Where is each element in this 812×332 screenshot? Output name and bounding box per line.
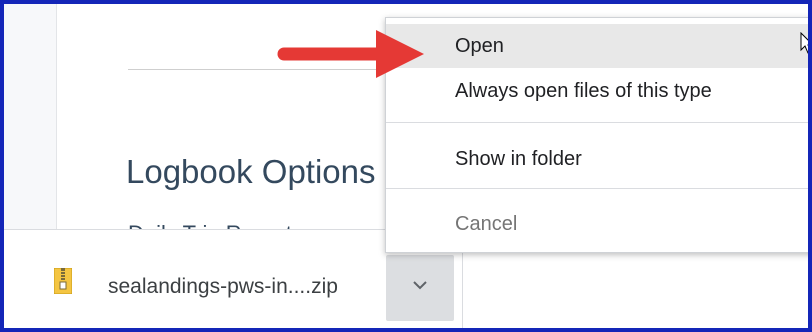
left-gutter — [4, 4, 57, 229]
menu-item-show-in-folder[interactable]: Show in folder — [386, 137, 808, 181]
chevron-down-icon — [413, 281, 427, 290]
partial-subheading: Daily Trip Reports — [128, 217, 384, 229]
menu-separator — [386, 188, 808, 189]
menu-item-cancel: Cancel — [386, 202, 808, 246]
red-arrow-annotation-icon — [277, 30, 424, 78]
download-menu-button[interactable] — [386, 255, 454, 321]
menu-item-always-open[interactable]: Always open files of this type — [386, 69, 808, 113]
download-context-menu: Open Always open files of this type Show… — [385, 17, 808, 253]
page-heading: Logbook Options — [126, 153, 376, 190]
mouse-cursor-icon — [800, 32, 808, 54]
menu-item-label: Cancel — [455, 213, 518, 235]
download-file-name: sealandings-pws-in....zip — [108, 275, 338, 298]
menu-separator — [386, 122, 808, 123]
menu-item-open[interactable]: Open — [386, 24, 808, 68]
screenshot-frame: Logbook Options Daily Trip Reports seala… — [0, 0, 812, 332]
menu-item-label: Always open files of this type — [455, 80, 712, 102]
menu-item-label: Show in folder — [455, 148, 582, 170]
zip-file-icon — [54, 268, 72, 294]
menu-item-label: Open — [455, 35, 504, 57]
